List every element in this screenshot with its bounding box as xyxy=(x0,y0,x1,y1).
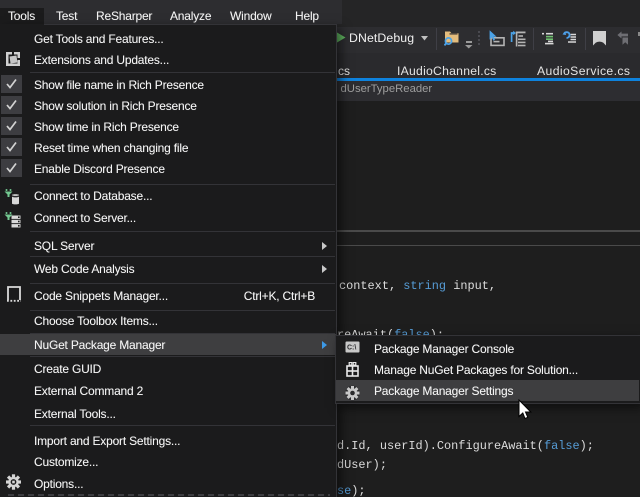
svg-text:C:\: C:\ xyxy=(347,345,356,352)
